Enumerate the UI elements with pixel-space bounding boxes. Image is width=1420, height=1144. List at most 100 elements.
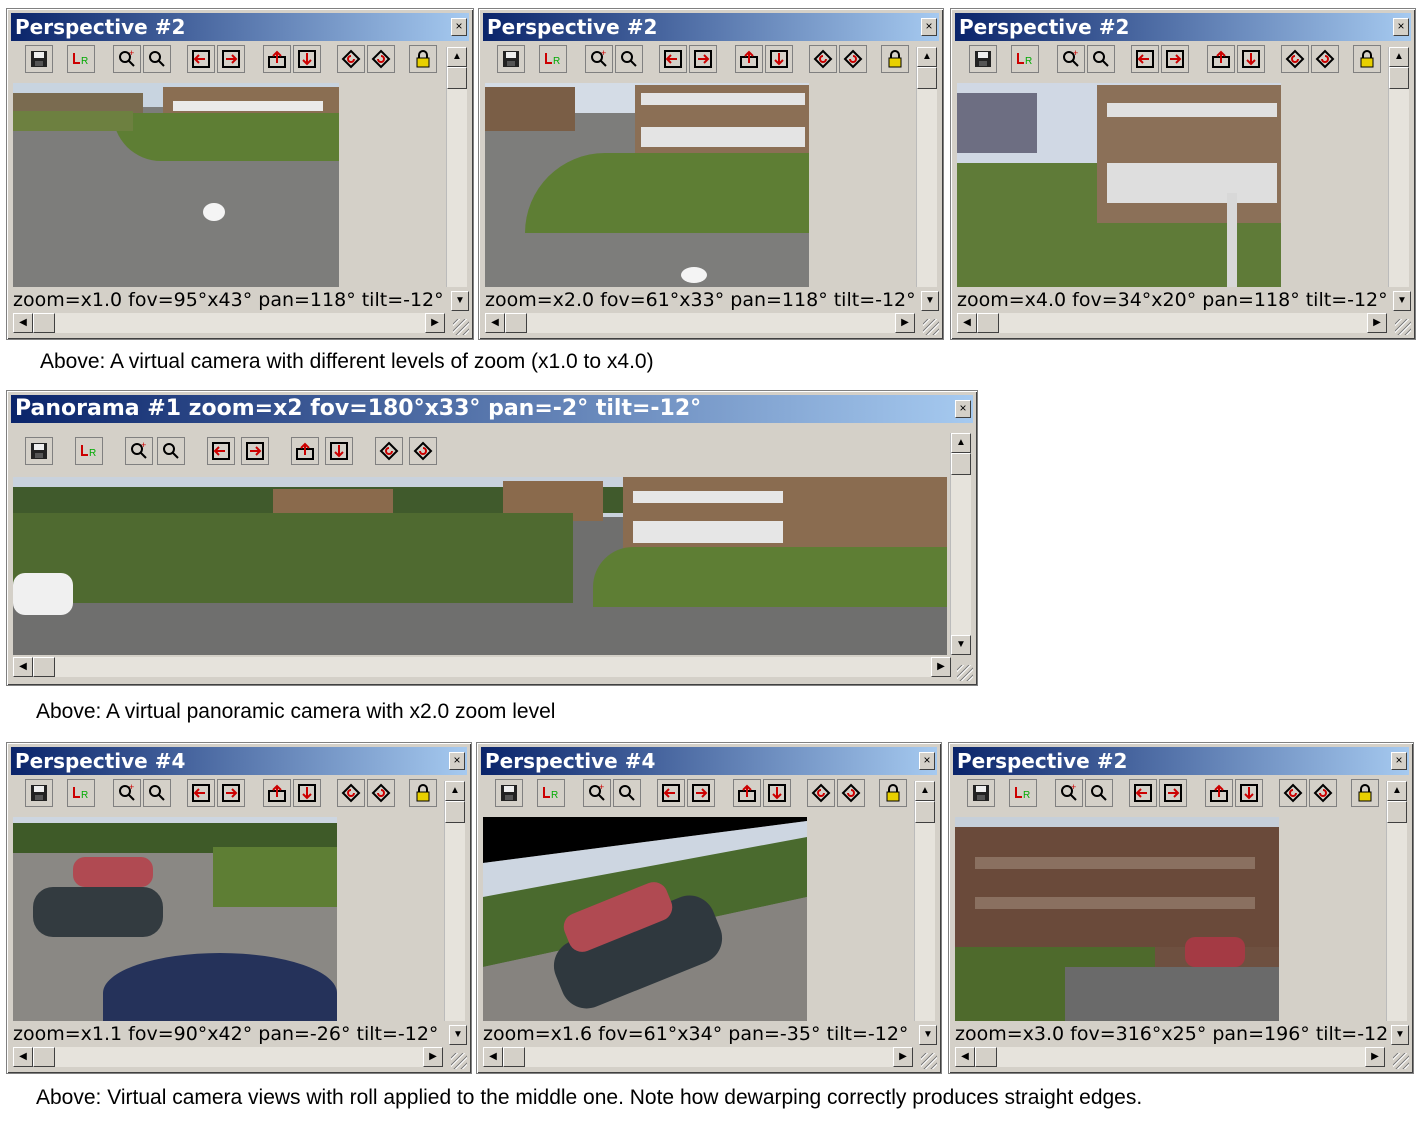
scroll-up-button[interactable]: ▲ — [915, 781, 935, 801]
pan-right-button[interactable] — [687, 779, 715, 807]
rotate-right-button[interactable] — [1309, 779, 1337, 807]
tilt-down-button[interactable] — [293, 45, 321, 73]
rotate-left-button[interactable] — [807, 779, 835, 807]
camera-view[interactable] — [13, 817, 337, 1021]
lock-button[interactable] — [881, 45, 909, 73]
scroll-right-button[interactable]: ▶ — [931, 657, 951, 677]
resize-grip[interactable] — [923, 319, 939, 335]
rotate-left-button[interactable] — [809, 45, 837, 73]
scroll-thumb[interactable] — [1387, 801, 1407, 823]
lock-button[interactable] — [409, 779, 437, 807]
zoom-out-button[interactable] — [615, 45, 643, 73]
reset-view-button[interactable]: R — [539, 45, 567, 73]
zoom-in-button[interactable]: + — [583, 779, 611, 807]
camera-view[interactable] — [483, 817, 807, 1021]
rotate-left-button[interactable] — [337, 779, 365, 807]
scroll-right-button[interactable]: ▶ — [425, 313, 445, 333]
status-dropdown-button[interactable]: ▼ — [919, 1025, 937, 1045]
camera-view[interactable] — [485, 83, 809, 287]
zoom-in-button[interactable]: + — [113, 779, 141, 807]
tilt-down-button[interactable] — [325, 437, 353, 465]
tilt-down-button[interactable] — [763, 779, 791, 807]
close-button[interactable]: × — [449, 752, 465, 770]
camera-view[interactable] — [955, 817, 1279, 1021]
hscroll-thumb[interactable] — [977, 313, 999, 333]
resize-grip[interactable] — [921, 1053, 937, 1069]
pan-left-button[interactable] — [659, 45, 687, 73]
tilt-down-button[interactable] — [1235, 779, 1263, 807]
pan-right-button[interactable] — [1161, 45, 1189, 73]
scroll-thumb[interactable] — [1389, 67, 1409, 89]
hscroll-thumb[interactable] — [505, 313, 527, 333]
scroll-right-button[interactable]: ▶ — [1367, 313, 1387, 333]
lock-button[interactable] — [1351, 779, 1379, 807]
pan-right-button[interactable] — [241, 437, 269, 465]
tilt-down-button[interactable] — [1237, 45, 1265, 73]
save-button[interactable] — [969, 45, 997, 73]
save-button[interactable] — [967, 779, 995, 807]
rotate-right-button[interactable] — [409, 437, 437, 465]
pan-left-button[interactable] — [187, 45, 215, 73]
tilt-up-button[interactable] — [1205, 779, 1233, 807]
vertical-scrollbar[interactable]: ▲ — [1388, 47, 1409, 287]
scroll-left-button[interactable]: ◀ — [13, 313, 33, 333]
zoom-out-button[interactable] — [143, 779, 171, 807]
scroll-right-button[interactable]: ▶ — [895, 313, 915, 333]
tilt-down-button[interactable] — [765, 45, 793, 73]
zoom-out-button[interactable] — [613, 779, 641, 807]
scroll-right-button[interactable]: ▶ — [423, 1047, 443, 1067]
tilt-up-button[interactable] — [735, 45, 763, 73]
rotate-left-button[interactable] — [1279, 779, 1307, 807]
reset-view-button[interactable]: R — [67, 779, 95, 807]
camera-view[interactable] — [957, 83, 1281, 287]
scroll-thumb[interactable] — [915, 801, 935, 823]
horizontal-scrollbar[interactable]: ◀ ▶ — [13, 313, 445, 333]
tilt-up-button[interactable] — [733, 779, 761, 807]
save-button[interactable] — [495, 779, 523, 807]
scroll-thumb[interactable] — [951, 453, 971, 475]
scroll-right-button[interactable]: ▶ — [1365, 1047, 1385, 1067]
zoom-in-button[interactable]: + — [125, 437, 153, 465]
rotate-right-button[interactable] — [367, 45, 395, 73]
horizontal-scrollbar[interactable]: ◀ ▶ — [13, 657, 951, 677]
tilt-up-button[interactable] — [263, 779, 291, 807]
zoom-out-button[interactable] — [143, 45, 171, 73]
horizontal-scrollbar[interactable]: ◀ ▶ — [485, 313, 915, 333]
tilt-up-button[interactable] — [1207, 45, 1235, 73]
status-dropdown-button[interactable]: ▼ — [449, 1025, 467, 1045]
resize-grip[interactable] — [1395, 319, 1411, 335]
save-button[interactable] — [25, 437, 53, 465]
pan-left-button[interactable] — [657, 779, 685, 807]
panorama-view[interactable] — [13, 477, 947, 655]
resize-grip[interactable] — [1393, 1053, 1409, 1069]
scroll-thumb[interactable] — [445, 801, 465, 823]
rotate-left-button[interactable] — [375, 437, 403, 465]
vertical-scrollbar[interactable]: ▲ — [1386, 781, 1407, 1021]
horizontal-scrollbar[interactable]: ◀ ▶ — [955, 1047, 1385, 1067]
scroll-right-button[interactable]: ▶ — [893, 1047, 913, 1067]
lock-button[interactable] — [879, 779, 907, 807]
pan-left-button[interactable] — [1129, 779, 1157, 807]
scroll-down-button[interactable]: ▼ — [951, 635, 971, 655]
vertical-scrollbar[interactable]: ▲ — [444, 781, 465, 1021]
resize-grip[interactable] — [453, 319, 469, 335]
reset-view-button[interactable]: R — [1011, 45, 1039, 73]
status-dropdown-button[interactable]: ▼ — [1391, 1025, 1409, 1045]
horizontal-scrollbar[interactable]: ◀ ▶ — [483, 1047, 913, 1067]
zoom-out-button[interactable] — [157, 437, 185, 465]
horizontal-scrollbar[interactable]: ◀ ▶ — [957, 313, 1387, 333]
pan-left-button[interactable] — [1131, 45, 1159, 73]
close-button[interactable]: × — [1391, 752, 1407, 770]
status-dropdown-button[interactable]: ▼ — [451, 291, 469, 311]
scroll-left-button[interactable]: ◀ — [485, 313, 505, 333]
zoom-in-button[interactable]: + — [1057, 45, 1085, 73]
pan-left-button[interactable] — [187, 779, 215, 807]
close-button[interactable]: × — [919, 752, 935, 770]
save-button[interactable] — [25, 45, 53, 73]
resize-grip[interactable] — [451, 1053, 467, 1069]
save-button[interactable] — [497, 45, 525, 73]
pan-right-button[interactable] — [1159, 779, 1187, 807]
scroll-up-button[interactable]: ▲ — [445, 781, 465, 801]
scroll-up-button[interactable]: ▲ — [1387, 781, 1407, 801]
scroll-up-button[interactable]: ▲ — [951, 433, 971, 453]
